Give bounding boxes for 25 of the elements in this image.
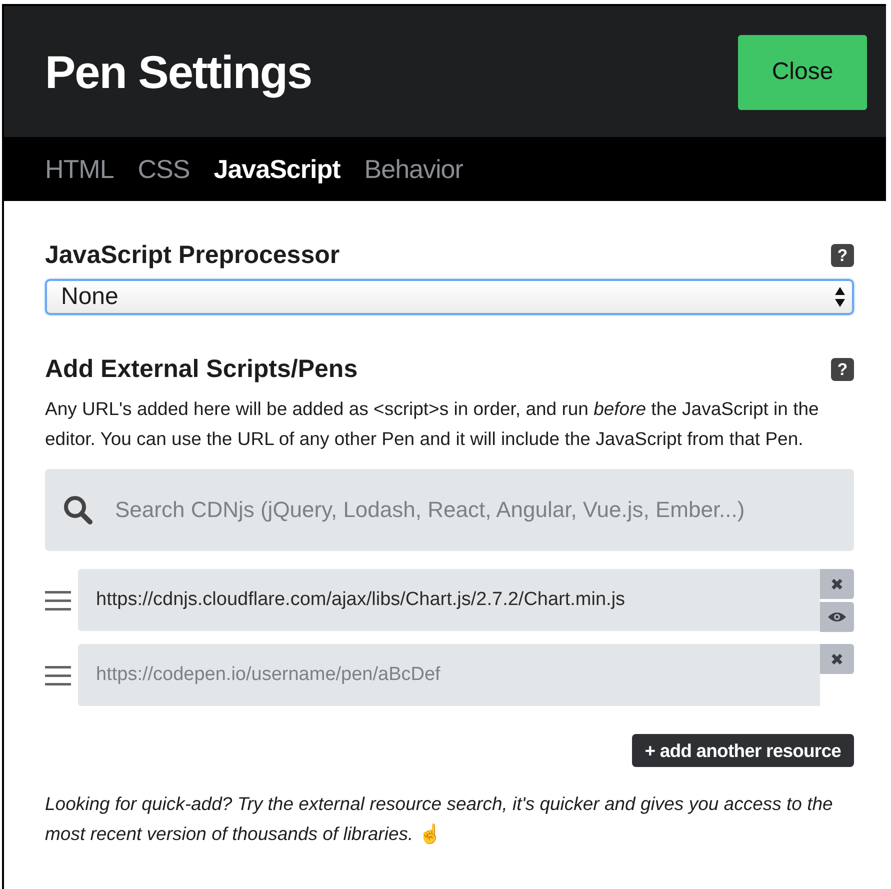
section-heading: Add External Scripts/Pens xyxy=(45,355,358,384)
tab[interactable]: Behavior xyxy=(364,154,463,184)
search-field[interactable]: Search CDNjs (jQuery, Lodash, React, Angular, Vue.js, Ember...) xyxy=(45,469,854,551)
section-heading: JavaScript Preprocessor xyxy=(45,241,340,270)
tab[interactable]: CSS xyxy=(138,154,190,184)
preview-button[interactable] xyxy=(820,602,854,632)
add-resource-button[interactable]: + add another resource xyxy=(632,734,854,767)
select-arrows-icon xyxy=(834,286,846,308)
help-button[interactable]: ? xyxy=(831,244,854,267)
description-text: Any URL's added here will be added as <script>s in order, and run before the JavaScript in the editor. You can use the URL of any other Pen and it will include the JavaScript from that Pen. xyxy=(45,397,820,451)
window-title: Pen Settings xyxy=(45,44,312,98)
drag-handle-icon[interactable] xyxy=(45,590,71,612)
drag-handle-icon[interactable] xyxy=(45,665,71,687)
url-field[interactable]: https://cdnjs.cloudflare.com/ajax/libs/Chart.js/2.7.2/Chart.min.js xyxy=(78,569,820,631)
eye-icon xyxy=(827,611,847,623)
tip-text: Looking for quick-add? Try the external resource search, it's quicker and gives you access to the most recent version of thousands of libraries. ☝ xyxy=(45,792,834,846)
help-button[interactable]: ? xyxy=(831,358,854,381)
tab[interactable]: HTML xyxy=(45,154,114,184)
remove-button[interactable]: ✖ xyxy=(820,569,854,599)
close-button[interactable]: Close xyxy=(738,34,867,110)
remove-button[interactable]: ✖ xyxy=(820,644,854,674)
preprocessor-select[interactable]: None xyxy=(45,279,854,315)
tab[interactable]: JavaScript xyxy=(214,154,340,184)
search-icon xyxy=(63,495,93,525)
url-field[interactable]: https://codepen.io/username/pen/aBcDef xyxy=(78,644,820,706)
